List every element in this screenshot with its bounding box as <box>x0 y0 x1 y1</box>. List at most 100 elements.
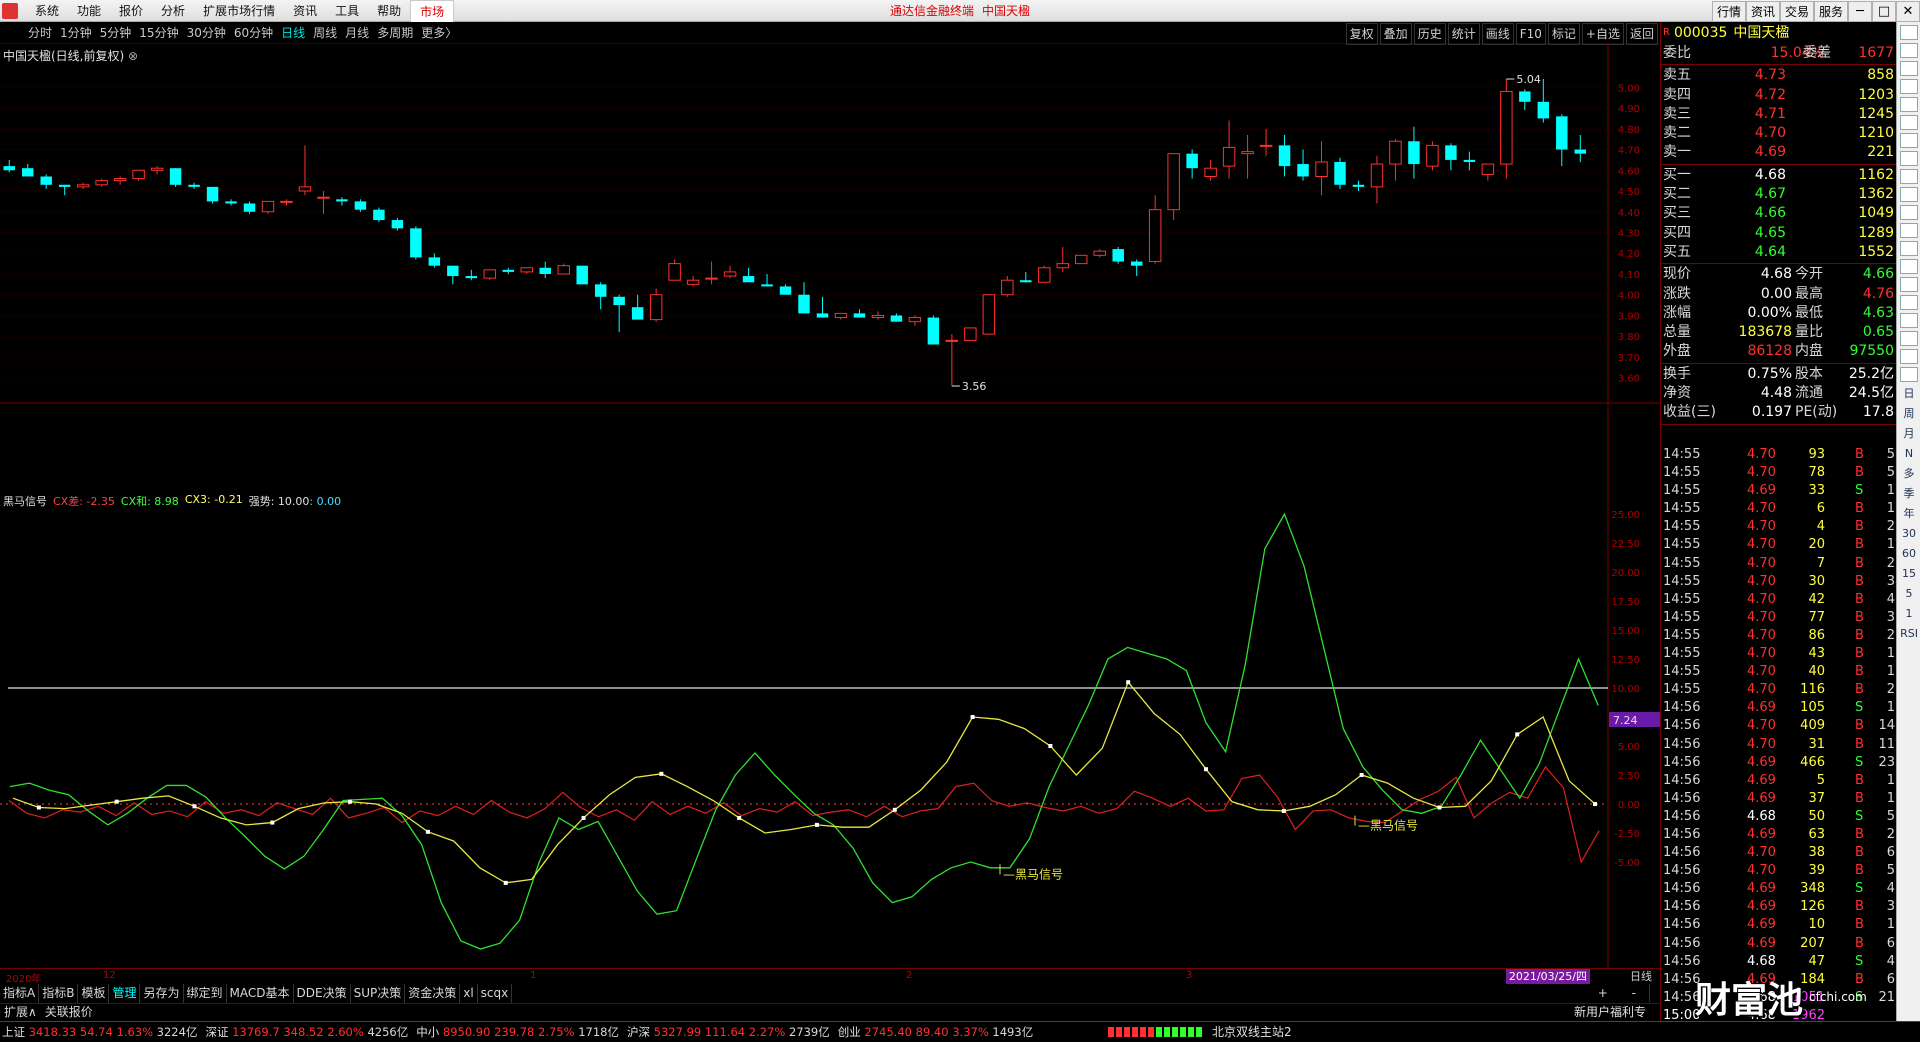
tab-indicator-b[interactable]: 指标B <box>39 984 79 1003</box>
period-shortcut-icon[interactable]: 30 <box>1900 525 1918 543</box>
tick-list[interactable]: 14:55 4.70 93 B 5 14:55 4.70 78 B 5 14:55 4.69 33 S 1 1… <box>1661 446 1897 1025</box>
menu-item-tools[interactable]: 工具 <box>326 0 368 22</box>
sell-row[interactable]: 卖五 4.73 858 <box>1661 66 1896 85</box>
period-shortcut-icon[interactable]: 年 <box>1900 505 1918 523</box>
tool-icon[interactable] <box>1900 187 1918 202</box>
period-shortcut-icon[interactable]: N <box>1900 445 1918 463</box>
period-shortcut-icon[interactable]: 60 <box>1900 545 1918 563</box>
overlay-button[interactable]: 叠加 <box>1379 23 1412 45</box>
buy-row[interactable]: 买五 4.64 1552 <box>1661 243 1896 262</box>
tool-icon[interactable] <box>1900 313 1918 328</box>
index-cy[interactable]: 创业 2745.40 89.40 3.37% 1493亿 <box>836 1022 1039 1042</box>
draw-button[interactable]: 画线 <box>1481 23 1514 45</box>
quote-button[interactable]: 行情 <box>1712 1 1746 22</box>
menu-item-quote[interactable]: 报价 <box>110 0 152 22</box>
menu-item-help[interactable]: 帮助 <box>368 0 410 22</box>
period-shortcut-icon[interactable]: 多 <box>1900 465 1918 483</box>
stock-code[interactable]: 000035 <box>1674 22 1727 44</box>
tab-dde[interactable]: DDE决策 <box>294 984 351 1003</box>
close-icon[interactable]: ✕ <box>1896 1 1920 22</box>
tab-daily[interactable]: 日线 <box>277 22 309 44</box>
maximize-icon[interactable]: □ <box>1872 1 1896 22</box>
tab-intraday[interactable]: 分时 <box>24 22 56 44</box>
stats-button[interactable]: 统计 <box>1447 23 1480 45</box>
buy-row[interactable]: 买四 4.65 1289 <box>1661 224 1896 243</box>
tab-15min[interactable]: 15分钟 <box>135 22 182 44</box>
sell-row[interactable]: 卖二 4.70 1210 <box>1661 124 1896 143</box>
f10-button[interactable]: F10 <box>1515 23 1546 45</box>
tab-scqx[interactable]: scqx <box>478 984 513 1003</box>
buy-row[interactable]: 买一 4.68 1162 <box>1661 166 1896 185</box>
tab-5min[interactable]: 5分钟 <box>96 22 136 44</box>
tool-icon[interactable] <box>1900 205 1918 220</box>
trade-button[interactable]: 交易 <box>1780 1 1814 22</box>
back-button[interactable]: 返回 <box>1625 23 1658 45</box>
adjust-button[interactable]: 复权 <box>1345 23 1378 45</box>
menu-item-system[interactable]: 系统 <box>26 0 68 22</box>
buy-row[interactable]: 买三 4.66 1049 <box>1661 204 1896 223</box>
news-button[interactable]: 资讯 <box>1746 1 1780 22</box>
server-name[interactable]: 北京双线主站2 <box>1212 1022 1292 1042</box>
tool-icon[interactable] <box>1900 331 1918 346</box>
tab-template[interactable]: 模板 <box>78 984 110 1003</box>
zoom-controls[interactable]: + - <box>1595 984 1650 1002</box>
period-shortcut-icon[interactable]: 季 <box>1900 485 1918 503</box>
tool-icon[interactable] <box>1900 25 1918 40</box>
tab-save-as[interactable]: 另存为 <box>140 984 184 1003</box>
menu-item-function[interactable]: 功能 <box>68 0 110 22</box>
minimize-icon[interactable]: ─ <box>1848 1 1872 22</box>
tool-icon[interactable] <box>1900 241 1918 256</box>
tool-icon[interactable] <box>1900 79 1918 94</box>
tab-manage[interactable]: 管理 <box>109 984 141 1003</box>
index-hs[interactable]: 沪深 5327.99 111.64 2.27% 2739亿 <box>625 1022 836 1042</box>
tab-more[interactable]: 更多〉 <box>417 22 461 44</box>
tab-30min[interactable]: 30分钟 <box>183 22 230 44</box>
index-sme[interactable]: 中小 8950.90 239.78 2.75% 1718亿 <box>414 1022 625 1042</box>
related-quote[interactable]: 关联报价 <box>41 1004 97 1021</box>
tab-monthly[interactable]: 月线 <box>341 22 373 44</box>
period-shortcut-icon[interactable]: 月 <box>1900 425 1918 443</box>
index-sh[interactable]: 上证 3418.33 54.74 1.63% 3224亿 <box>0 1022 203 1042</box>
sell-row[interactable]: 卖三 4.71 1245 <box>1661 105 1896 124</box>
tab-indicator-a[interactable]: 指标A <box>0 984 40 1003</box>
add-watchlist-button[interactable]: +自选 <box>1581 23 1624 45</box>
indicator-name[interactable]: 黑马信号 <box>3 493 47 509</box>
tool-icon[interactable] <box>1900 61 1918 76</box>
tab-sup[interactable]: SUP决策 <box>351 984 406 1003</box>
tool-icon[interactable] <box>1900 295 1918 310</box>
chart-canvas[interactable]: —黑马信号 —黑马信号 5.00 4.90 4.80 4.70 4.60 4.50 4.40 4… <box>0 44 1660 984</box>
tool-icon[interactable] <box>1900 223 1918 238</box>
extend-toggle[interactable]: 扩展∧ <box>0 1004 41 1021</box>
tab-macd[interactable]: MACD基本 <box>227 984 294 1003</box>
history-button[interactable]: 历史 <box>1413 23 1446 45</box>
period-shortcut-icon[interactable]: 周 <box>1900 405 1918 423</box>
menu-item-news[interactable]: 资讯 <box>284 0 326 22</box>
stock-name[interactable]: 中国天楹 <box>1733 22 1789 44</box>
tool-icon[interactable] <box>1900 169 1918 184</box>
menu-item-ext-market[interactable]: 扩展市场行情 <box>194 0 284 22</box>
sell-row[interactable]: 卖一 4.69 221 <box>1661 143 1896 162</box>
menu-item-market[interactable]: 市场 <box>410 0 455 22</box>
tool-icon[interactable] <box>1900 151 1918 166</box>
tab-fund[interactable]: 资金决策 <box>405 984 461 1003</box>
tool-icon[interactable] <box>1900 133 1918 148</box>
tool-icon[interactable] <box>1900 259 1918 274</box>
tool-icon[interactable] <box>1900 43 1918 58</box>
period-shortcut-icon[interactable]: 1 <box>1900 605 1918 623</box>
period-shortcut-icon[interactable]: 5 <box>1900 585 1918 603</box>
tab-1min[interactable]: 1分钟 <box>56 22 96 44</box>
sell-row[interactable]: 卖四 4.72 1203 <box>1661 86 1896 105</box>
tool-icon[interactable] <box>1900 349 1918 364</box>
period-shortcut-icon[interactable]: 15 <box>1900 565 1918 583</box>
period-shortcut-icon[interactable]: 日 <box>1900 385 1918 403</box>
menu-item-analysis[interactable]: 分析 <box>152 0 194 22</box>
mark-button[interactable]: 标记 <box>1547 23 1580 45</box>
tool-icon[interactable] <box>1900 97 1918 112</box>
buy-row[interactable]: 买二 4.67 1362 <box>1661 185 1896 204</box>
settings-icon[interactable]: ⊗ <box>128 49 138 63</box>
tool-icon[interactable] <box>1900 367 1918 382</box>
tab-60min[interactable]: 60分钟 <box>230 22 277 44</box>
tool-icon[interactable] <box>1900 277 1918 292</box>
tab-bind-to[interactable]: 绑定到 <box>184 984 227 1003</box>
tab-xl[interactable]: xl <box>460 984 478 1003</box>
